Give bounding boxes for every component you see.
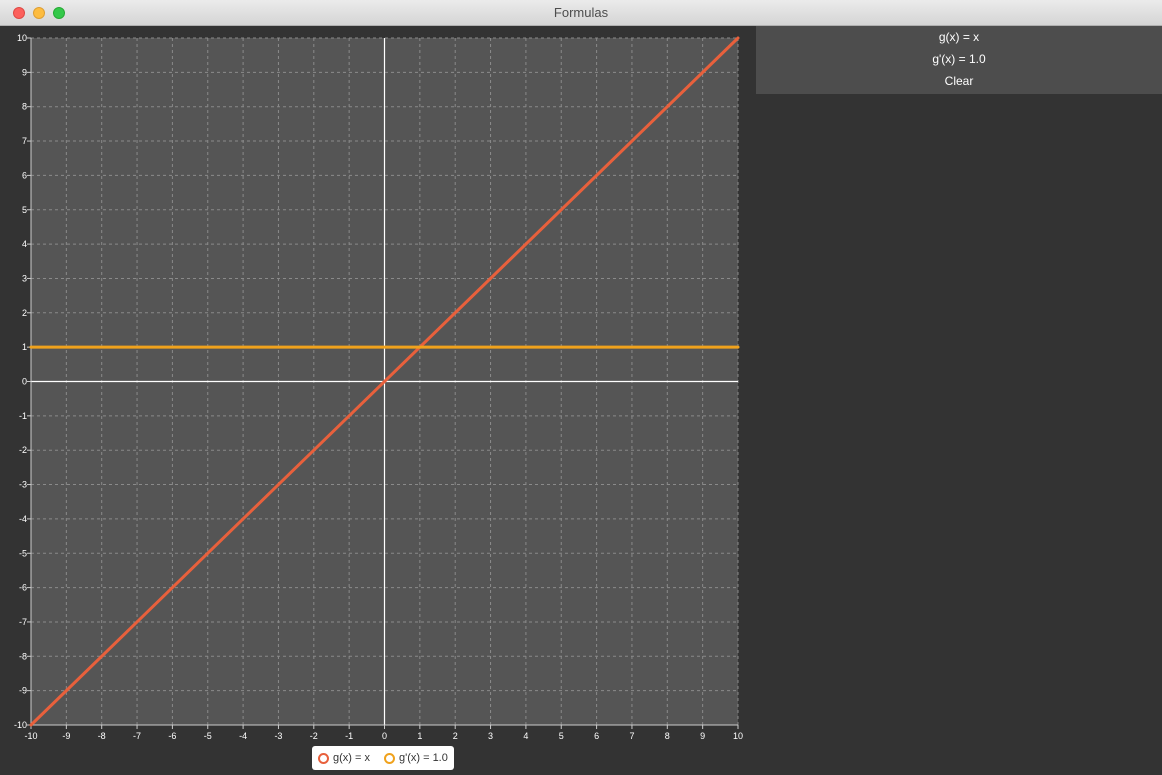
x-tick-label: 9 <box>700 731 705 741</box>
x-tick-label: 3 <box>488 731 493 741</box>
y-tick-label: 5 <box>22 205 27 215</box>
window-title: Formulas <box>553 5 609 20</box>
x-tick-label: 5 <box>559 731 564 741</box>
title-bar: Formulas <box>0 0 1162 26</box>
y-tick-label: -10 <box>14 720 27 730</box>
formula-panel: g(x) = x g'(x) = 1.0 Clear <box>756 26 1162 94</box>
y-tick-label: -8 <box>19 651 27 661</box>
x-tick-label: -5 <box>204 731 212 741</box>
x-tick-label: 4 <box>523 731 528 741</box>
x-tick-label: 1 <box>417 731 422 741</box>
plot-area[interactable]: -10 -9 -8 -7 -6 -5 -4 -3 -2 -1 0 1 2 3 4 5 6 7 8 9 10 -10 -9 -8… <box>0 26 756 770</box>
x-tick-label: 10 <box>733 731 743 741</box>
y-tick-label: 7 <box>22 136 27 146</box>
x-tick-label: -3 <box>274 731 282 741</box>
x-tick-label: -4 <box>239 731 247 741</box>
y-tick-label: 8 <box>22 102 27 112</box>
y-tick-label: 0 <box>22 377 27 387</box>
x-tick-label: -6 <box>168 731 176 741</box>
x-tick-label: 2 <box>453 731 458 741</box>
y-tick-label: -7 <box>19 617 27 627</box>
y-tick-label: 9 <box>22 67 27 77</box>
x-tick-label: -7 <box>133 731 141 741</box>
legend-marker-icon <box>318 752 329 764</box>
x-tick-label: -10 <box>24 731 37 741</box>
x-tick-label: 8 <box>665 731 670 741</box>
y-tick-label: -2 <box>19 445 27 455</box>
y-tick-label: 10 <box>17 33 27 43</box>
x-tick-label: 6 <box>594 731 599 741</box>
y-tick-label: 2 <box>22 308 27 318</box>
formula-item-derivative[interactable]: g'(x) = 1.0 <box>756 48 1162 70</box>
y-tick-label: 1 <box>22 342 27 352</box>
legend-entry: g(x) = x <box>318 752 370 764</box>
y-tick-label: 3 <box>22 273 27 283</box>
y-tick-label: 4 <box>22 239 27 249</box>
legend-marker-icon <box>383 752 395 764</box>
line-chart: -10 -9 -8 -7 -6 -5 -4 -3 -2 -1 0 1 2 3 4 5 6 7 8 9 10-10-9-8… <box>14 33 743 741</box>
y-tick-label: -3 <box>19 480 27 490</box>
x-tick-label: -1 <box>345 731 353 741</box>
clear-button[interactable]: Clear <box>756 70 1162 92</box>
x-tick-label: 0 <box>382 731 387 741</box>
chart-legend: g(x) = x g'(x) = 1.0 <box>312 746 454 770</box>
x-tick-label: -9 <box>62 731 70 741</box>
x-tick-label: -2 <box>310 731 318 741</box>
x-tick-label: -8 <box>98 731 106 741</box>
y-tick-label: -1 <box>19 411 27 421</box>
y-tick-label: -5 <box>19 548 27 558</box>
y-tick-label: -9 <box>19 686 27 696</box>
formula-item-function[interactable]: g(x) = x <box>756 26 1162 48</box>
legend-label: g'(x) = 1.0 <box>398 752 448 764</box>
x-tick-label: 7 <box>629 731 634 741</box>
legend-entry: g'(x) = 1.0 <box>383 752 448 764</box>
y-tick-label: 6 <box>22 170 27 180</box>
legend-label: g(x) = x <box>333 752 370 764</box>
y-tick-label: -6 <box>19 583 27 593</box>
y-tick-label: -4 <box>19 514 27 524</box>
